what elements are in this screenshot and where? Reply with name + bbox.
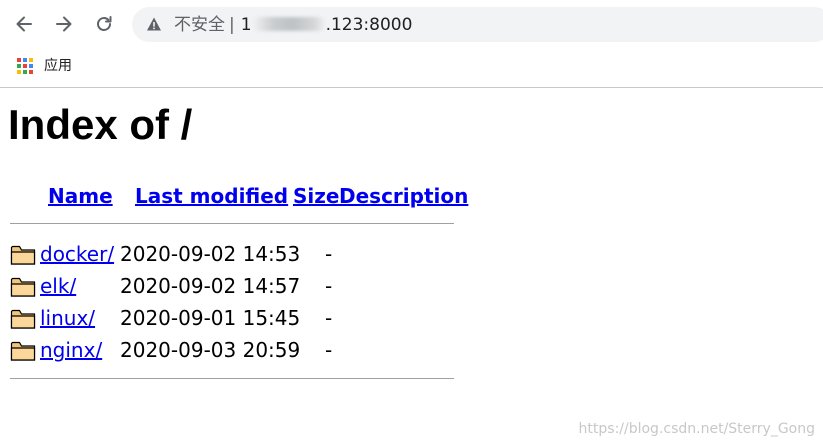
- entry-modified: 2020-09-02 14:57: [120, 274, 301, 298]
- url-host-prefix: 1: [240, 15, 252, 35]
- list-item: linux/ 2020-09-01 15:45 -: [10, 304, 470, 332]
- entry-link[interactable]: linux/: [40, 304, 95, 332]
- entry-link[interactable]: elk/: [40, 272, 76, 300]
- sort-by-size-link[interactable]: Size: [293, 184, 339, 208]
- footer-divider: [10, 378, 454, 379]
- url-text[interactable]: 不安全 | 1 .123:8000: [174, 14, 412, 36]
- arrow-left-icon: [16, 16, 32, 32]
- folder-icon: [10, 309, 36, 329]
- sort-by-description-link[interactable]: Description: [339, 184, 468, 208]
- list-item: elk/ 2020-09-02 14:57 -: [10, 272, 470, 300]
- apps-bookmark-label[interactable]: 应用: [44, 56, 72, 76]
- entry-size: -: [325, 338, 333, 362]
- back-button[interactable]: [10, 10, 38, 38]
- entry-modified: 2020-09-02 14:53: [120, 242, 301, 266]
- sort-by-last-modified-link[interactable]: Last modified: [135, 184, 288, 208]
- bookmarks-bar: 应用: [0, 50, 823, 88]
- browser-toolbar: 不安全 | 1 .123:8000: [0, 0, 823, 50]
- reload-icon: [97, 16, 112, 31]
- sort-by-name-link[interactable]: Name: [48, 184, 113, 208]
- apps-grid-icon[interactable]: [17, 58, 33, 74]
- reload-button[interactable]: [90, 10, 118, 38]
- entry-link[interactable]: nginx/: [40, 336, 102, 364]
- column-header-size[interactable]: Size: [293, 182, 339, 210]
- column-header-last-modified[interactable]: Last modified: [135, 182, 288, 210]
- list-item: docker/ 2020-09-02 14:53 -: [10, 240, 470, 268]
- page-title: Index of /: [8, 101, 193, 148]
- entry-size: -: [325, 306, 333, 330]
- entry-size: -: [325, 274, 333, 298]
- list-item: nginx/ 2020-09-03 20:59 -: [10, 336, 470, 364]
- forward-button[interactable]: [50, 10, 78, 38]
- entry-size: -: [325, 242, 333, 266]
- watermark: https://blog.csdn.net/Sterry_Gong: [578, 421, 815, 437]
- warning-triangle-icon[interactable]: [146, 16, 162, 32]
- arrow-right-icon: [56, 16, 72, 32]
- entry-link[interactable]: docker/: [40, 240, 114, 268]
- header-divider: [10, 223, 454, 224]
- folder-icon: [10, 245, 36, 265]
- page-content: Index of / Name Last modified Size Descr…: [0, 88, 823, 445]
- redacted-url-segment: [251, 17, 326, 31]
- url-separator: |: [229, 15, 235, 35]
- folder-icon: [10, 277, 36, 297]
- column-header-description[interactable]: Description: [339, 182, 468, 210]
- column-header-name[interactable]: Name: [48, 182, 113, 210]
- address-bar[interactable]: 不安全 | 1 .123:8000: [132, 7, 823, 42]
- security-label[interactable]: 不安全: [174, 15, 225, 35]
- entry-modified: 2020-09-01 15:45: [120, 306, 301, 330]
- url-host-suffix: .123:8000: [325, 15, 413, 35]
- folder-icon: [10, 341, 36, 361]
- entry-modified: 2020-09-03 20:59: [120, 338, 301, 362]
